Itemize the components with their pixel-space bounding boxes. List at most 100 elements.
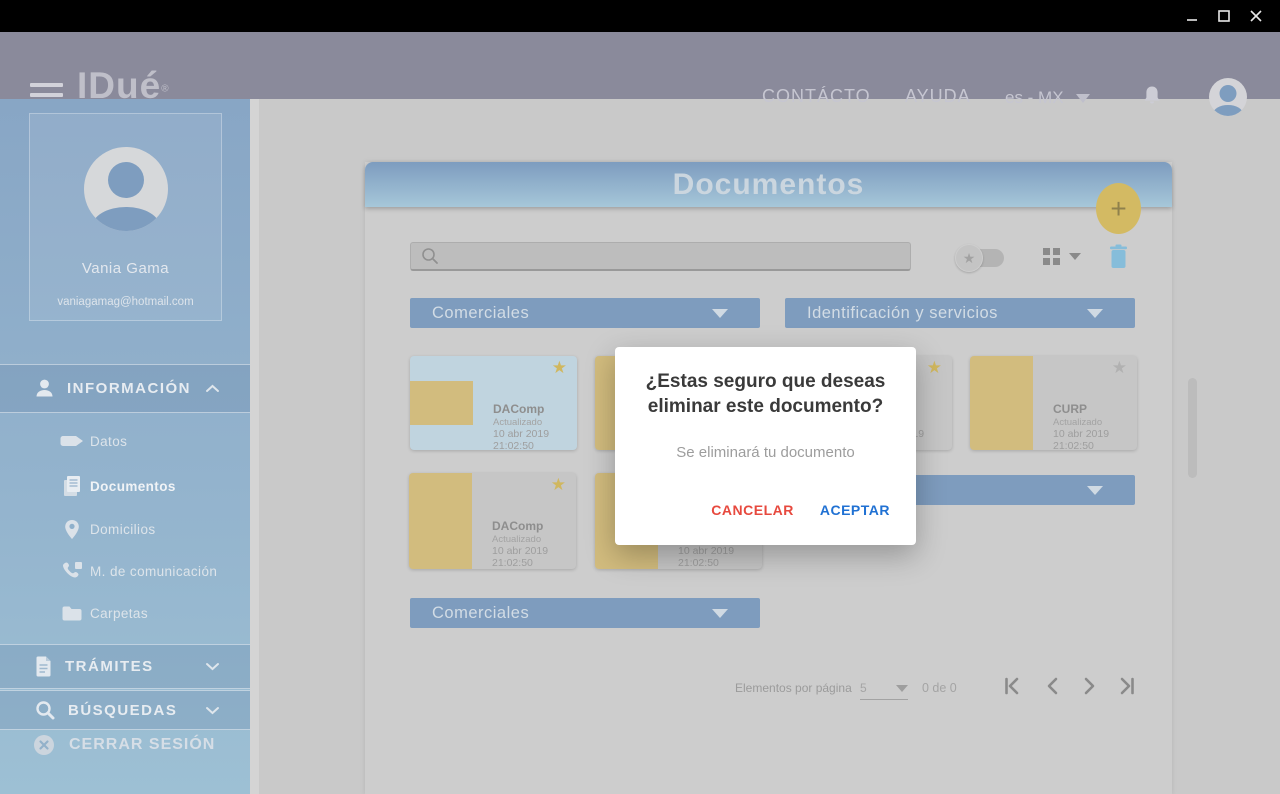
sidebar-section-tramites[interactable]: TRÁMITES bbox=[0, 644, 250, 689]
language-selector[interactable]: es - MX bbox=[1005, 88, 1090, 108]
document-updated: 10 abr 2019 21:02:50 bbox=[493, 428, 577, 452]
sidebar-item-comunicacion[interactable]: M. de comunicación bbox=[0, 555, 250, 587]
sidebar-section-label: INFORMACIÓN bbox=[67, 380, 205, 397]
search-box bbox=[410, 242, 911, 271]
sidebar-item-carpetas[interactable]: Carpetas bbox=[0, 597, 250, 629]
filter-label: Comerciales bbox=[432, 304, 712, 323]
accept-button[interactable]: ACEPTAR bbox=[820, 502, 890, 518]
avatar-head bbox=[108, 162, 144, 198]
sidebar-section-label: TRÁMITES bbox=[65, 658, 205, 675]
bell-icon[interactable] bbox=[1142, 85, 1162, 107]
avatar-head bbox=[1220, 85, 1237, 102]
document-card-dacomp-2[interactable]: ★ DAComp Actualizado 10 abr 2019 21:02:5… bbox=[409, 473, 576, 569]
user-avatar[interactable] bbox=[1209, 78, 1247, 116]
sidebar-section-informacion[interactable]: INFORMACIÓN bbox=[0, 364, 250, 413]
add-document-button[interactable]: + bbox=[1096, 183, 1141, 234]
pagination: Elementos por página 5 0 de 0 bbox=[365, 676, 1172, 700]
document-status: Actualizado bbox=[492, 534, 541, 545]
page-size-select[interactable]: 5 bbox=[860, 681, 908, 700]
next-page-icon bbox=[1079, 676, 1099, 696]
document-status: Actualizado bbox=[1053, 417, 1102, 428]
minimize-button[interactable] bbox=[1178, 0, 1206, 32]
star-toggle-icon: ★ bbox=[955, 244, 983, 272]
star-icon[interactable]: ★ bbox=[1112, 358, 1127, 378]
window-titlebar bbox=[0, 0, 1280, 32]
star-icon[interactable]: ★ bbox=[552, 358, 567, 378]
sidebar-item-label: Domicilios bbox=[90, 522, 156, 537]
pin-icon bbox=[60, 519, 84, 540]
document-thumbnail bbox=[409, 473, 472, 569]
first-page-icon bbox=[1003, 676, 1023, 696]
chevron-down-icon bbox=[1087, 486, 1103, 495]
document-updated: 10 abr 2019 21:02:50 bbox=[678, 545, 762, 569]
profile-card: Vania Gama vaniagamag@hotmail.com bbox=[29, 113, 222, 321]
app-window: IDué® DILIGENCE AUTHENTICATION CONTÁCTO … bbox=[0, 0, 1280, 794]
logout-button[interactable]: CERRAR SESIÓN bbox=[0, 728, 250, 762]
document-title: DAComp bbox=[492, 519, 543, 533]
document-card-dacomp[interactable]: ★ DAComp Actualizado 10 abr 2019 21:02:5… bbox=[410, 356, 577, 450]
document-card-curp[interactable]: ★ CURP Actualizado 10 abr 2019 21:02:50 bbox=[970, 356, 1137, 450]
sidebar-item-domicilios[interactable]: Domicilios bbox=[0, 513, 250, 545]
star-icon[interactable]: ★ bbox=[551, 475, 566, 495]
page-title: Documentos bbox=[673, 168, 865, 202]
chevron-down-icon bbox=[712, 609, 728, 618]
trash-icon bbox=[1109, 244, 1128, 269]
nav-help[interactable]: AYUDA bbox=[905, 86, 971, 107]
page-size-label: Elementos por página bbox=[735, 681, 852, 695]
dialog-actions: CANCELAR ACEPTAR bbox=[711, 502, 890, 518]
scrollbar[interactable] bbox=[1188, 378, 1197, 478]
chevron-down-icon bbox=[1069, 253, 1081, 260]
nav-contact[interactable]: CONTÁCTO bbox=[762, 86, 871, 107]
close-circle-icon bbox=[33, 734, 55, 756]
folder-icon bbox=[60, 605, 84, 622]
filter-dropdown-comerciales[interactable]: Comerciales bbox=[410, 298, 760, 328]
sidebar-item-datos[interactable]: Datos bbox=[0, 425, 250, 457]
first-page-button[interactable] bbox=[1003, 676, 1023, 696]
filter-dropdown-comerciales-2[interactable]: Comerciales bbox=[410, 598, 760, 628]
prev-page-button[interactable] bbox=[1043, 676, 1063, 696]
profile-name: Vania Gama bbox=[30, 260, 221, 277]
sidebar-section-label: BÚSQUEDAS bbox=[68, 702, 205, 719]
chevron-down-icon bbox=[712, 309, 728, 318]
panel-header: Documentos bbox=[365, 162, 1172, 207]
view-mode-button[interactable] bbox=[1043, 248, 1081, 265]
document-updated: 10 abr 2019 21:02:50 bbox=[492, 545, 576, 569]
filter-dropdown-identificacion[interactable]: Identificación y servicios bbox=[785, 298, 1135, 328]
next-page-button[interactable] bbox=[1079, 676, 1099, 696]
favorites-toggle[interactable]: ★ bbox=[955, 244, 1005, 272]
search-input[interactable] bbox=[439, 249, 910, 264]
avatar-shoulders bbox=[1213, 105, 1243, 116]
grid-view-icon bbox=[1043, 248, 1060, 265]
document-title: CURP bbox=[1053, 402, 1087, 416]
filter-label: Comerciales bbox=[432, 604, 712, 623]
sidebar-item-documentos[interactable]: Documentos bbox=[0, 470, 250, 502]
language-value: es - MX bbox=[1005, 88, 1064, 107]
prev-page-icon bbox=[1043, 676, 1063, 696]
sidebar-item-label: Documentos bbox=[90, 479, 176, 494]
close-icon bbox=[1249, 9, 1263, 23]
logout-label: CERRAR SESIÓN bbox=[69, 736, 215, 754]
app-header: IDué® DILIGENCE AUTHENTICATION CONTÁCTO … bbox=[0, 32, 1280, 99]
trash-button[interactable] bbox=[1109, 244, 1128, 269]
filter-label: Identificación y servicios bbox=[807, 304, 1087, 323]
registered-mark: ® bbox=[161, 84, 168, 95]
document-updated: 10 abr 2019 21:02:50 bbox=[1053, 428, 1137, 452]
close-button[interactable] bbox=[1242, 0, 1270, 32]
last-page-icon bbox=[1116, 676, 1136, 696]
documents-icon bbox=[60, 475, 84, 497]
chevron-down-icon bbox=[896, 685, 908, 692]
profile-email: vaniagamag@hotmail.com bbox=[30, 296, 221, 308]
chevron-down-icon bbox=[1076, 94, 1090, 103]
dialog-title: ¿Estas seguro que deseas eliminar este d… bbox=[633, 369, 898, 419]
maximize-button[interactable] bbox=[1210, 0, 1238, 32]
star-icon[interactable]: ★ bbox=[927, 358, 942, 378]
document-title: DAComp bbox=[493, 402, 544, 416]
phone-icon bbox=[60, 561, 84, 581]
page-size-value: 5 bbox=[860, 681, 867, 695]
cancel-button[interactable]: CANCELAR bbox=[711, 502, 794, 518]
page-range: 0 de 0 bbox=[922, 681, 957, 695]
maximize-icon bbox=[1217, 9, 1231, 23]
chevron-down-icon bbox=[205, 706, 220, 715]
last-page-button[interactable] bbox=[1116, 676, 1136, 696]
sidebar-section-busquedas[interactable]: BÚSQUEDAS bbox=[0, 690, 250, 730]
